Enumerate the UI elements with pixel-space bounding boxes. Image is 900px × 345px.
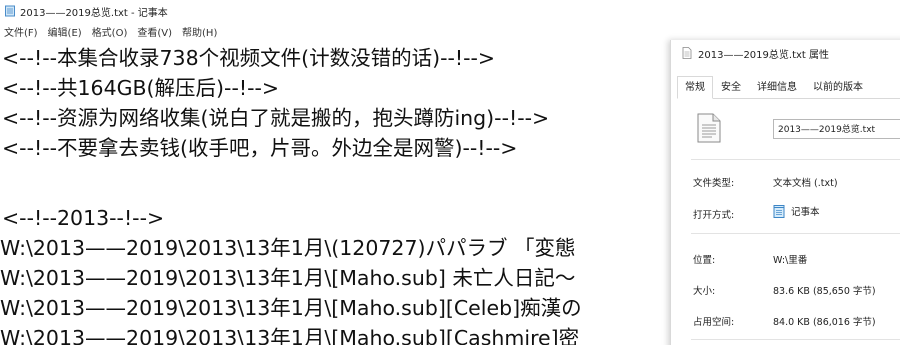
tab-security[interactable]: 安全 (713, 76, 749, 98)
open-with-app: 记事本 (791, 207, 820, 218)
disk-size-label: 占用空间: (693, 317, 735, 328)
tab-previous-versions[interactable]: 以前的版本 (805, 76, 871, 98)
text-file-icon (697, 113, 721, 143)
divider (691, 159, 900, 160)
text-line: <--!--2013--!--> (2, 206, 165, 230)
file-type-label: 文件类型: (693, 178, 735, 189)
general-panel: 2013——2019总览.txt 文件类型: 文本文档 (.txt) 打开方式:… (677, 99, 900, 345)
location-value: W:\里番 (773, 255, 808, 266)
text-line: <--!--资源为网络收集(说白了就是搬的，抱头蹲防ing)--!--> (2, 106, 550, 130)
menu-help[interactable]: 帮助(H) (178, 24, 223, 39)
menu-format[interactable]: 格式(O) (88, 24, 134, 39)
text-line: W:\2013——2019\2013\13年1月\[Maho.sub] 未亡人日… (0, 266, 576, 290)
dialog-tabs: 常规 安全 详细信息 以前的版本 (677, 76, 900, 99)
notepad-icon (773, 204, 785, 218)
tab-general[interactable]: 常规 (677, 76, 713, 99)
text-line: <--!--本集合收录738个视频文件(计数没错的话)--!--> (2, 46, 496, 70)
notepad-icon (4, 5, 16, 17)
text-line: <--!--不要拿去卖钱(收手吧，片哥。外边全是网警)--!--> (2, 136, 518, 160)
text-line: <--!--共164GB(解压后)--!--> (2, 76, 280, 100)
text-line: W:\2013——2019\2013\13年1月\[Maho.sub][Cash… (0, 326, 580, 345)
menu-bar: 文件(F) 编辑(E) 格式(O) 查看(V) 帮助(H) (0, 22, 900, 40)
disk-size-value: 84.0 KB (86,016 字节) (773, 317, 876, 328)
notepad-titlebar: 2013——2019总览.txt - 记事本 (0, 0, 900, 22)
window-title: 2013——2019总览.txt - 记事本 (20, 7, 168, 19)
text-line: W:\2013——2019\2013\13年1月\[Maho.sub][Cele… (0, 296, 582, 320)
size-label: 大小: (693, 286, 716, 297)
location-label: 位置: (693, 255, 716, 266)
properties-dialog: 2013——2019总览.txt 属性 常规 安全 详细信息 以前的版本 201… (670, 40, 900, 345)
file-type-value: 文本文档 (.txt) (773, 178, 838, 189)
divider (691, 233, 900, 234)
divider (691, 339, 900, 340)
open-with-label: 打开方式: (693, 210, 735, 221)
dialog-titlebar: 2013——2019总览.txt 属性 (671, 40, 900, 66)
open-with-value: 记事本 (773, 204, 820, 218)
menu-edit[interactable]: 编辑(E) (44, 24, 88, 39)
size-value: 83.6 KB (85,650 字节) (773, 286, 876, 297)
menu-view[interactable]: 查看(V) (133, 24, 178, 39)
text-line: W:\2013——2019\2013\13年1月\(120727)パパラブ 「変… (0, 236, 576, 260)
menu-file[interactable]: 文件(F) (0, 24, 44, 39)
filename-field[interactable]: 2013——2019总览.txt (773, 119, 900, 139)
dialog-title: 2013——2019总览.txt 属性 (698, 49, 830, 61)
tab-details[interactable]: 详细信息 (749, 76, 805, 98)
text-file-icon (682, 47, 692, 59)
